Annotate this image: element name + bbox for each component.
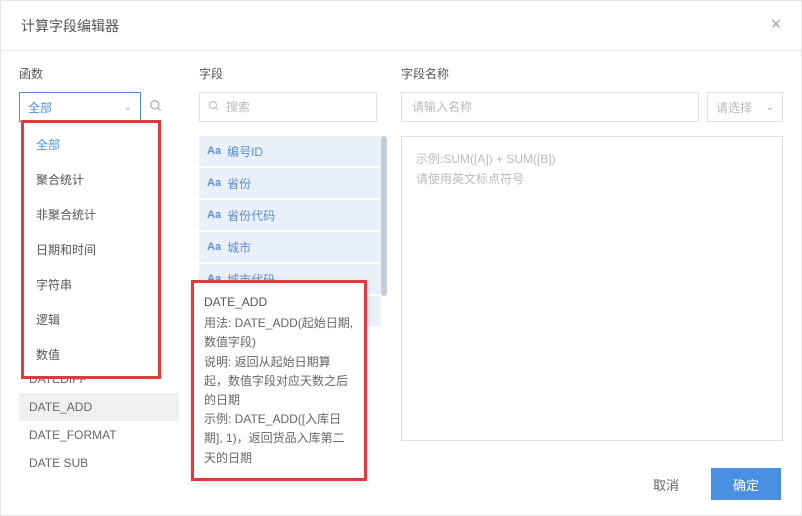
formula-editor[interactable]: 示例:SUM([A]) + SUM([B]) 请使用英文标点符号 [401,136,783,441]
dropdown-item[interactable]: 聚合统计 [24,162,158,197]
chevron-down-icon: ⌄ [766,102,774,113]
dropdown-item[interactable]: 字符串 [24,267,158,302]
field-name: 省份代码 [227,207,275,224]
name-column: 字段名称 请选择 ⌄ 示例:SUM([A]) + SUM([B]) 请使用英文标… [401,65,783,456]
text-type-icon: Aa [207,209,221,221]
fields-search-input[interactable] [226,100,368,114]
field-name-input[interactable] [412,100,688,114]
dropdown-item[interactable]: 逻辑 [24,302,158,337]
field-scrollbar[interactable] [381,136,387,296]
dropdown-item[interactable]: 全部 [24,127,158,162]
dropdown-item[interactable]: 数值 [24,337,158,372]
function-item[interactable]: DATE SUB [19,449,179,477]
search-icon [208,100,220,115]
text-type-icon: Aa [207,241,221,253]
field-item[interactable]: Aa 编号ID [199,136,381,166]
formula-hint: 请使用英文标点符号 [416,169,768,189]
field-item[interactable]: Aa 省份 [199,168,381,198]
tooltip-example: 示例: DATE_ADD([入库日期], 1)，返回货品入库第二天的日期 [204,410,354,468]
text-type-icon: Aa [207,145,221,157]
field-type-select[interactable]: 请选择 ⌄ [707,92,783,122]
text-type-icon: Aa [207,177,221,189]
fields-label: 字段 [199,65,401,82]
chevron-down-icon: ⌄ [124,102,132,113]
field-item[interactable]: Aa 省份代码 [199,200,381,230]
function-category-value: 全部 [28,99,124,116]
dialog-title: 计算字段编辑器 [21,16,119,36]
name-row: 请选择 ⌄ [401,92,783,122]
field-name: 城市 [227,239,251,256]
tooltip-title: DATE_ADD [204,293,354,312]
field-name-input-wrap [401,92,699,122]
function-category-dropdown: 全部 聚合统计 非聚合统计 日期和时间 字符串 逻辑 数值 [21,120,161,379]
formula-example: 示例:SUM([A]) + SUM([B]) [416,149,768,169]
function-filter-row: 全部 ⌄ [19,92,199,122]
field-item[interactable]: Aa 城市 [199,232,381,262]
calc-field-editor-dialog: 计算字段编辑器 × 函数 全部 ⌄ DATEDIFF DATE_ADD DATE… [0,0,802,516]
tooltip-usage: 用法: DATE_ADD(起始日期, 数值字段) [204,314,354,352]
dropdown-item[interactable]: 日期和时间 [24,232,158,267]
tooltip-desc: 说明: 返回从起始日期算起，数值字段对应天数之后的日期 [204,353,354,411]
name-label: 字段名称 [401,65,783,82]
dialog-header: 计算字段编辑器 × [1,1,801,51]
field-type-placeholder: 请选择 [716,99,752,116]
functions-label: 函数 [19,65,199,82]
close-icon[interactable]: × [765,13,787,35]
field-name: 编号ID [227,143,263,160]
function-category-select[interactable]: 全部 ⌄ [19,92,141,122]
function-tooltip: DATE_ADD 用法: DATE_ADD(起始日期, 数值字段) 说明: 返回… [191,280,367,481]
dropdown-item[interactable]: 非聚合统计 [24,197,158,232]
ok-button[interactable]: 确定 [711,468,781,500]
function-item[interactable]: DATE_ADD [19,393,179,421]
cancel-button[interactable]: 取消 [631,468,701,500]
function-item[interactable]: DATE_FORMAT [19,421,179,449]
field-name: 省份 [227,175,251,192]
search-icon[interactable] [149,99,163,116]
fields-search[interactable] [199,92,377,122]
